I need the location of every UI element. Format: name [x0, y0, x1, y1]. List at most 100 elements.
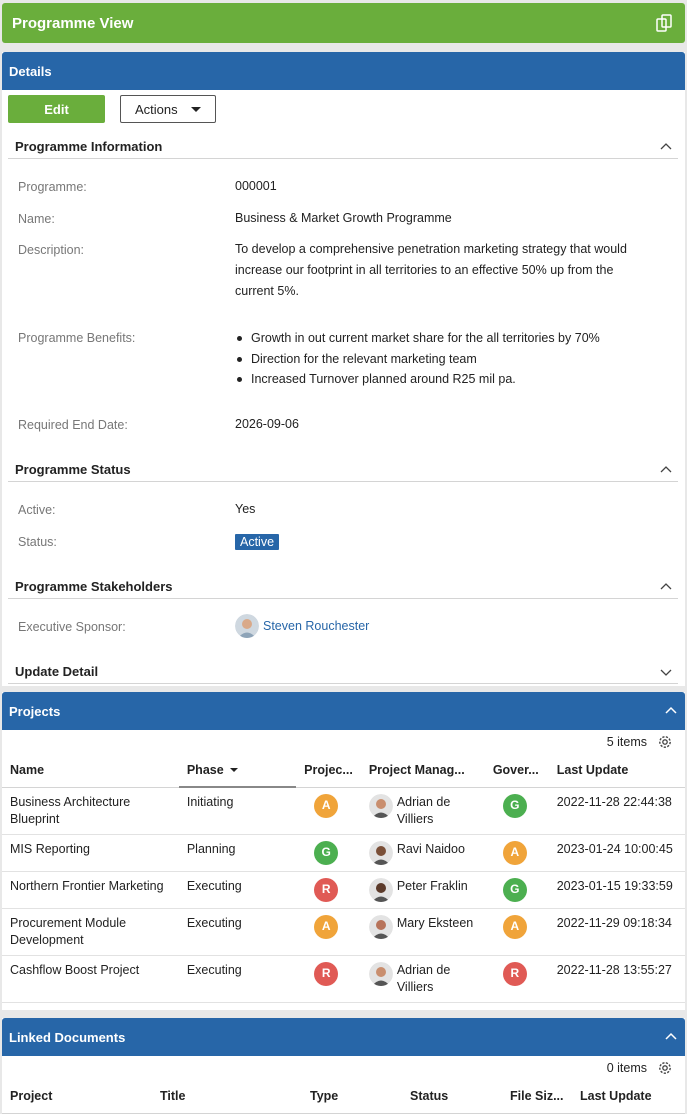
chevron-up-icon[interactable] — [664, 1030, 678, 1044]
table-row[interactable]: MIS Reporting Planning G Ravi Naidoo A 2023-0… — [2, 834, 685, 872]
project-manager-cell: Peter Fraklin — [360, 871, 485, 909]
project-manager: Peter Fraklin — [368, 877, 477, 902]
last-update-cell: 2023-01-15 19:33:59 — [548, 871, 685, 909]
manager-name: Peter Fraklin — [396, 878, 468, 893]
last-update-cell: 2023-01-24 10:00:45 — [548, 834, 685, 872]
programme-value: 000001 — [235, 179, 277, 193]
project-status-cell: R — [296, 871, 361, 909]
rag-governance-badge: G — [502, 793, 527, 818]
actions-dropdown[interactable]: Actions — [120, 95, 216, 123]
governance-cell: R — [484, 955, 549, 1003]
rag-status-badge: R — [314, 961, 339, 986]
table-row[interactable]: Business Architecture Blueprint Initiatin… — [2, 787, 685, 835]
column-header-last-update[interactable]: Last Update — [548, 753, 685, 788]
table-header-row: Project Title Type Status File Siz... La… — [2, 1079, 685, 1114]
table-row[interactable]: Cashflow Boost Project Executing R Adrian d… — [2, 955, 685, 1003]
project-phase-cell: Planning — [178, 834, 297, 872]
end-date-value: 2026-09-06 — [235, 417, 299, 431]
manager-name: Ravi Naidoo — [396, 841, 465, 856]
details-panel: Details Edit Actions Programme Informati… — [2, 52, 685, 686]
page-title: Programme View — [12, 14, 134, 32]
details-header: Details — [2, 52, 685, 90]
governance-cell: G — [484, 871, 549, 909]
sort-desc-icon — [229, 768, 238, 773]
manager-name: Adrian de Villiers — [396, 794, 451, 826]
project-manager: Ravi Naidoo — [368, 840, 477, 865]
linked-documents-panel: Linked Documents 0 items Project Title T… — [2, 1018, 685, 1114]
chevron-up-icon[interactable] — [660, 581, 672, 593]
section-title: Update Detail — [15, 664, 99, 679]
table-row[interactable]: Northern Frontier Marketing Executing R Pet… — [2, 871, 685, 909]
chevron-up-icon[interactable] — [660, 464, 672, 476]
column-header-governance[interactable]: Gover... — [484, 753, 549, 788]
governance-cell: A — [484, 908, 549, 956]
project-status-cell: G — [296, 834, 361, 872]
column-header-last-update[interactable]: Last Update — [572, 1079, 685, 1114]
project-name-cell: Procurement Module Development — [2, 908, 179, 956]
documents-table: Project Title Type Status File Siz... La… — [2, 1079, 685, 1114]
project-manager: Adrian de Villiers — [368, 961, 477, 996]
name-label: Name: — [18, 212, 55, 226]
avatar — [368, 793, 393, 818]
chevron-down-icon[interactable] — [660, 666, 672, 678]
column-header-file-size[interactable]: File Siz... — [502, 1079, 572, 1114]
sponsor-link[interactable]: Steven Rouchester — [235, 614, 369, 638]
avatar — [368, 840, 393, 865]
section-title: Programme Status — [15, 462, 131, 477]
rag-status-badge: G — [314, 840, 339, 865]
project-phase-cell: Executing — [178, 871, 297, 909]
project-name-cell: Cashflow Boost Project — [2, 955, 179, 1003]
column-header-title[interactable]: Title — [152, 1079, 302, 1114]
section-programme-information[interactable]: Programme Information — [8, 135, 678, 159]
project-status-cell: A — [296, 787, 361, 835]
section-programme-status[interactable]: Programme Status — [8, 458, 678, 482]
status-label: Status: — [18, 535, 57, 549]
item-count: 0 items — [606, 1061, 647, 1075]
gear-icon[interactable] — [657, 1060, 673, 1076]
project-manager: Adrian de Villiers — [368, 793, 477, 828]
copy-icon[interactable] — [655, 13, 675, 33]
table-header-row: Name Phase Projec... Project Manag... Go… — [2, 753, 685, 788]
column-header-project-manager[interactable]: Project Manag... — [360, 753, 485, 788]
projects-table: Name Phase Projec... Project Manag... Go… — [2, 753, 685, 1003]
rag-status-badge: A — [314, 793, 339, 818]
column-header-project[interactable]: Project — [2, 1079, 152, 1114]
column-header-project-status[interactable]: Projec... — [296, 753, 361, 788]
project-name-cell: Northern Frontier Marketing — [2, 871, 179, 909]
column-header-type[interactable]: Type — [302, 1079, 402, 1114]
column-header-phase[interactable]: Phase — [178, 753, 297, 788]
table-row[interactable]: Procurement Module Development Executing A… — [2, 908, 685, 956]
project-manager-cell: Ravi Naidoo — [360, 834, 485, 872]
column-header-status[interactable]: Status — [402, 1079, 502, 1114]
edit-button[interactable]: Edit — [8, 95, 105, 123]
column-header-label: Phase — [186, 762, 224, 777]
manager-name: Mary Eksteen — [396, 915, 474, 930]
benefits-label: Programme Benefits: — [18, 331, 136, 345]
sponsor-label: Executive Sponsor: — [18, 620, 126, 634]
gear-icon[interactable] — [657, 734, 673, 750]
status-badge: Active — [235, 534, 280, 550]
active-label: Active: — [18, 503, 56, 517]
last-update-cell: 2022-11-28 13:55:27 — [548, 955, 685, 1003]
benefit-item: Direction for the relevant marketing tea… — [235, 349, 600, 370]
column-header-name[interactable]: Name — [2, 753, 179, 788]
rag-status-badge: A — [314, 914, 339, 939]
project-name-cell: MIS Reporting — [2, 834, 179, 872]
project-manager-cell: Adrian de Villiers — [360, 955, 485, 1003]
section-programme-stakeholders[interactable]: Programme Stakeholders — [8, 575, 678, 599]
chevron-up-icon[interactable] — [664, 704, 678, 718]
rag-governance-badge: A — [502, 840, 527, 865]
details-toolbar: Edit Actions — [8, 95, 216, 123]
description-label: Description: — [18, 243, 84, 257]
avatar — [368, 877, 393, 902]
projects-header: Projects — [2, 692, 685, 730]
governance-cell: G — [484, 787, 549, 835]
last-update-cell: 2022-11-28 22:44:38 — [548, 787, 685, 835]
programme-label: Programme: — [18, 180, 87, 194]
sponsor-name: Steven Rouchester — [263, 618, 370, 633]
section-update-detail[interactable]: Update Detail — [8, 660, 678, 684]
page-header-bar: Programme View — [2, 3, 685, 43]
section-title: Programme Information — [15, 139, 163, 154]
chevron-up-icon[interactable] — [660, 141, 672, 153]
end-date-label: Required End Date: — [18, 418, 128, 432]
